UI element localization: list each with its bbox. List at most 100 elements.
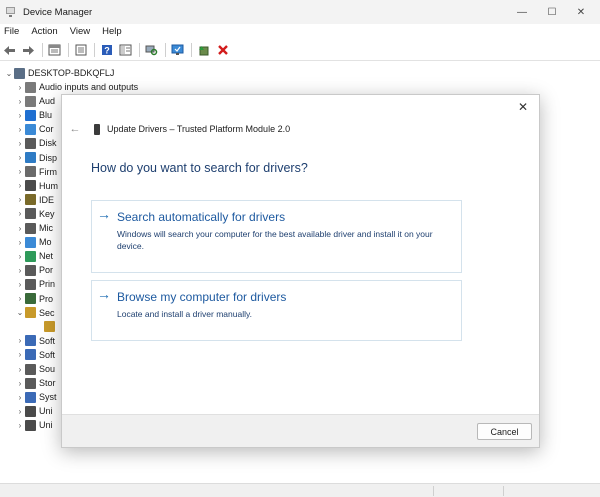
- dialog-footer: Cancel: [62, 414, 539, 447]
- tree-item-label: Disp: [39, 152, 58, 163]
- cancel-button[interactable]: Cancel: [477, 423, 532, 440]
- menu-view[interactable]: View: [64, 24, 96, 40]
- tree-item[interactable]: › Pro: [15, 292, 53, 306]
- tree-item[interactable]: › Uni: [15, 418, 53, 432]
- chevron-right-icon[interactable]: ›: [15, 249, 25, 263]
- menu-help[interactable]: Help: [96, 24, 128, 40]
- tree-root[interactable]: ⌄ DESKTOP-BDKQFLJ: [4, 66, 114, 80]
- chevron-right-icon[interactable]: ›: [15, 334, 25, 348]
- tree-item[interactable]: › Aud: [15, 94, 55, 108]
- chevron-right-icon[interactable]: ›: [15, 193, 25, 207]
- tree-item[interactable]: › Disk: [15, 136, 57, 150]
- tree-item[interactable]: › Soft: [15, 334, 55, 348]
- browse-computer-option[interactable]: → Browse my computer for drivers Locate …: [91, 280, 462, 341]
- tree-item[interactable]: › Stor: [15, 376, 56, 390]
- chevron-right-icon[interactable]: ›: [15, 151, 25, 165]
- chevron-right-icon[interactable]: ›: [15, 418, 25, 432]
- device-tree-button[interactable]: [46, 42, 63, 59]
- chevron-right-icon[interactable]: ›: [15, 80, 25, 94]
- option-title: Search automatically for drivers: [117, 210, 286, 224]
- tree-item-label: Soft: [39, 335, 56, 346]
- minimize-icon: —: [517, 6, 527, 18]
- toolbar: ?: [0, 40, 600, 61]
- tree-item[interactable]: › Net: [15, 249, 53, 263]
- chevron-down-icon[interactable]: ⌄: [15, 306, 25, 320]
- chevron-right-icon[interactable]: ›: [15, 179, 25, 193]
- device-category-icon: [25, 264, 36, 276]
- status-bar: [0, 483, 600, 497]
- tree-item[interactable]: › Hum: [15, 179, 58, 193]
- chevron-right-icon[interactable]: ›: [15, 404, 25, 418]
- device-manager-icon: [5, 6, 17, 18]
- tree-item[interactable]: › Firm: [15, 165, 57, 179]
- menu-file[interactable]: File: [0, 24, 25, 40]
- tree-item[interactable]: › Por: [15, 263, 53, 277]
- chevron-right-icon[interactable]: ›: [15, 277, 25, 291]
- monitor-button[interactable]: [169, 42, 186, 59]
- chevron-right-icon[interactable]: ›: [15, 108, 25, 122]
- forward-arrow-icon: [23, 45, 34, 55]
- chevron-right-icon[interactable]: ›: [15, 263, 25, 277]
- chevron-right-icon[interactable]: ›: [15, 362, 25, 376]
- device-category-icon: [25, 293, 36, 304]
- tree-item[interactable]: ⌄ Sec: [15, 306, 55, 320]
- close-icon: ✕: [576, 6, 586, 18]
- update-driver-button[interactable]: [195, 42, 212, 59]
- device-category-icon: [25, 307, 36, 319]
- tree-item[interactable]: › Disp: [15, 151, 57, 165]
- view-icon: [119, 44, 132, 56]
- close-button[interactable]: ✕: [562, 0, 600, 24]
- tree-item[interactable]: › Uni: [15, 404, 53, 418]
- tree-item[interactable]: › Mic: [15, 221, 53, 235]
- menu-action[interactable]: Action: [25, 24, 63, 40]
- device-category-icon: [25, 109, 36, 121]
- status-divider: [503, 486, 504, 496]
- chevron-right-icon[interactable]: ›: [15, 235, 25, 249]
- tree-item[interactable]: › Prin: [15, 277, 55, 291]
- help-button[interactable]: ?: [98, 42, 115, 59]
- scan-hardware-button[interactable]: [143, 42, 160, 59]
- uninstall-device-button[interactable]: [214, 42, 231, 59]
- tree-item-label: Net: [39, 251, 54, 262]
- device-category-icon: [44, 321, 55, 333]
- properties-button[interactable]: [72, 42, 89, 59]
- chevron-right-icon[interactable]: ›: [15, 94, 25, 108]
- tree-item-label: Mic: [39, 223, 53, 233]
- close-icon: ✕: [517, 100, 529, 114]
- search-automatically-option[interactable]: → Search automatically for drivers Windo…: [91, 200, 462, 273]
- back-button[interactable]: [1, 42, 18, 59]
- tree-item[interactable]: › Syst: [15, 390, 57, 404]
- chevron-right-icon[interactable]: ›: [15, 376, 25, 390]
- tree-item[interactable]: [34, 320, 58, 334]
- view-button[interactable]: [117, 42, 134, 59]
- chevron-down-icon[interactable]: ⌄: [4, 66, 14, 80]
- chevron-right-icon[interactable]: ›: [15, 207, 25, 221]
- tree-root-label: DESKTOP-BDKQFLJ: [28, 68, 115, 78]
- chevron-right-icon[interactable]: ›: [15, 122, 25, 136]
- chevron-right-icon[interactable]: ›: [15, 390, 25, 404]
- tree-item[interactable]: › Key: [15, 207, 55, 221]
- tree-item-label: Pro: [39, 293, 54, 304]
- chevron-right-icon[interactable]: ›: [15, 221, 25, 235]
- update-driver-icon: [199, 46, 209, 56]
- monitor-icon: [171, 44, 184, 55]
- device-category-icon: [25, 363, 36, 375]
- forward-button[interactable]: [20, 42, 37, 59]
- tree-item[interactable]: › Audio inputs and outputs: [15, 80, 138, 94]
- chevron-right-icon[interactable]: ›: [15, 348, 25, 362]
- tree-item[interactable]: › Cor: [15, 122, 54, 136]
- tree-item[interactable]: › Sou: [15, 362, 55, 376]
- chevron-right-icon[interactable]: ›: [15, 165, 25, 179]
- tree-item[interactable]: › Blu: [15, 108, 52, 122]
- device-category-icon: [25, 194, 36, 206]
- tree-item[interactable]: › Soft: [15, 348, 55, 362]
- chevron-right-icon[interactable]: ›: [15, 136, 25, 150]
- tree-item-label: Sou: [39, 364, 56, 374]
- device-category-icon: [25, 208, 36, 220]
- dialog-title: Update Drivers – Trusted Platform Module…: [107, 124, 291, 134]
- dialog-back-button[interactable]: ←: [68, 122, 82, 136]
- tree-item[interactable]: › Mo: [15, 235, 52, 249]
- tree-item[interactable]: › IDE: [15, 193, 54, 207]
- dialog-close-button[interactable]: ✕: [515, 99, 531, 115]
- chevron-right-icon[interactable]: ›: [15, 292, 25, 306]
